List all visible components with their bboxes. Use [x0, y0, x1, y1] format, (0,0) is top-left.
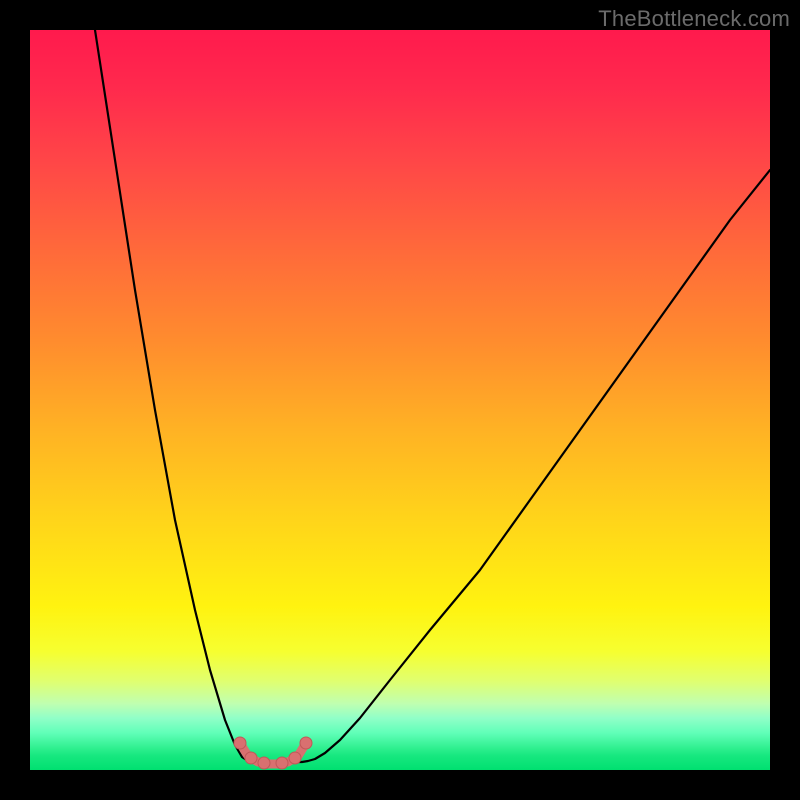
marker-dot-left-upper — [234, 737, 246, 749]
series-left-arm — [95, 30, 252, 762]
marker-dot-right-upper — [300, 737, 312, 749]
series-right-arm — [298, 170, 770, 762]
marker-dot-center-2 — [276, 757, 288, 769]
watermark-text: TheBottleneck.com — [598, 6, 790, 32]
marker-dot-right-mid — [289, 752, 301, 764]
chart-frame: TheBottleneck.com — [0, 0, 800, 800]
marker-dot-left-mid — [245, 752, 257, 764]
marker-dot-center-1 — [258, 757, 270, 769]
plot-area — [30, 30, 770, 770]
chart-svg — [30, 30, 770, 770]
